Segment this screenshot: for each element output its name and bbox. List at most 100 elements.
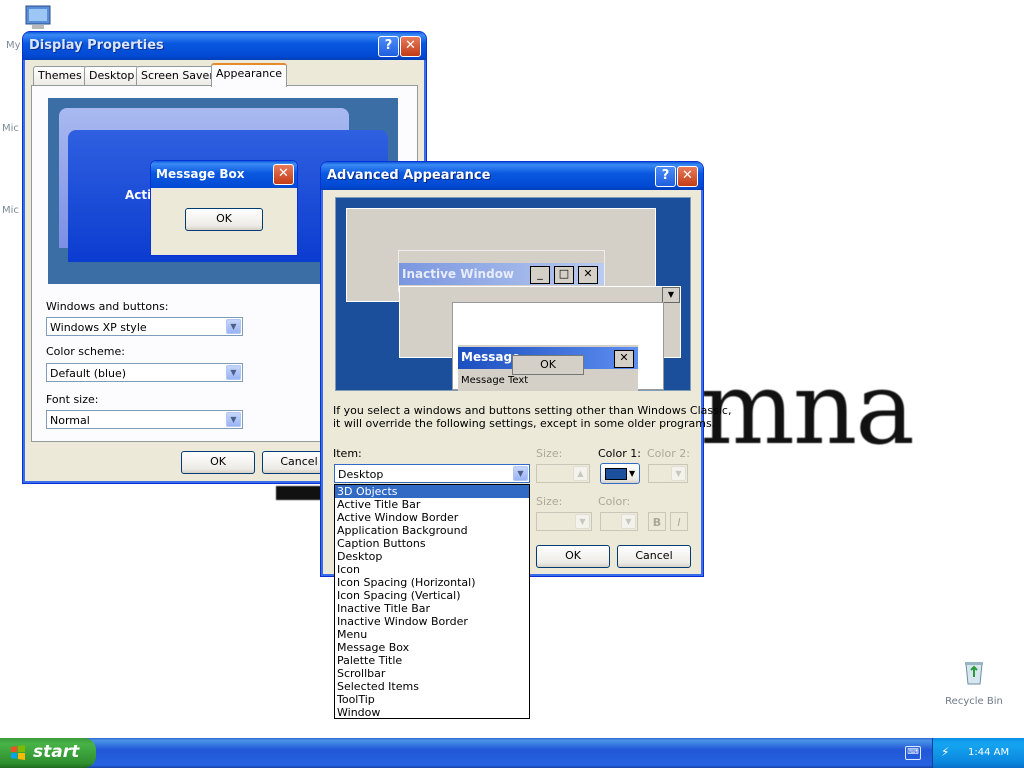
preview-message-close-icon: ✕ <box>273 164 294 185</box>
preview-message-title: Message Box <box>156 167 245 181</box>
preview-message-ok: OK <box>512 355 584 375</box>
info-text-line2: it will override the following settings,… <box>333 417 716 430</box>
preview-message-titlebar: Message Box ✕ <box>151 161 297 188</box>
chevron-down-icon: ▼ <box>513 466 528 481</box>
preview-active-title: Acti <box>125 188 152 202</box>
color-scheme-value: Default (blue) <box>50 367 127 380</box>
network-icon[interactable]: ⚡ <box>941 745 949 759</box>
preview-message-ok-button: OK <box>185 208 263 231</box>
start-label: start <box>33 742 80 762</box>
font-size-value: Normal <box>50 414 90 427</box>
minimize-icon: _ <box>530 266 550 284</box>
desktop-icon-label: Mic <box>2 205 19 216</box>
tab-screen-saver[interactable]: Screen Saver <box>136 66 219 85</box>
dropdown-option[interactable]: Menu <box>335 628 529 641</box>
dropdown-option[interactable]: ToolTip <box>335 693 529 706</box>
recycle-bin-icon[interactable] <box>958 656 990 688</box>
color1-picker-button[interactable]: ▼ <box>600 463 640 484</box>
color-scheme-select[interactable]: Default (blue) ▼ <box>46 363 243 382</box>
chevron-down-icon: ▼ <box>226 365 241 380</box>
size-label: Size: <box>536 447 563 460</box>
item-value: Desktop <box>338 468 384 481</box>
bold-button[interactable]: B <box>648 512 666 531</box>
dropdown-option[interactable]: Active Window Border <box>335 511 529 524</box>
dropdown-option[interactable]: Selected Items <box>335 680 529 693</box>
recycle-bin-label: Recycle Bin <box>945 696 1003 707</box>
taskbar <box>0 738 1024 768</box>
chevron-down-icon: ▼ <box>621 514 636 529</box>
help-button[interactable]: ? <box>378 36 399 57</box>
bold-label: B <box>652 516 662 529</box>
font-color-label: Color: <box>598 495 631 508</box>
help-button[interactable]: ? <box>655 166 676 187</box>
windows-buttons-select[interactable]: Windows XP style ▼ <box>46 317 243 336</box>
preview-inactive-title: Inactive Window <box>402 267 515 281</box>
chevron-down-icon: ▼ <box>575 514 590 529</box>
dropdown-option[interactable]: Active Title Bar <box>335 498 529 511</box>
chevron-down-icon: ▼ <box>629 469 636 478</box>
font-size-select[interactable]: Normal ▼ <box>46 410 243 429</box>
preview-message-box: Message Box ✕ OK <box>150 160 298 256</box>
font-size-label: Size: <box>536 495 563 508</box>
window-title: Display Properties <box>29 38 164 53</box>
preview-scroll-arrow: ▼ <box>662 287 680 303</box>
color2-picker-button[interactable]: ▼ <box>648 464 688 483</box>
dropdown-option[interactable]: Inactive Title Bar <box>335 602 529 615</box>
dropdown-option[interactable]: Inactive Window Border <box>335 615 529 628</box>
info-text-line1: If you select a windows and buttons sett… <box>333 404 732 417</box>
item-select[interactable]: Desktop ▼ <box>334 464 530 483</box>
dropdown-option[interactable]: Scrollbar <box>335 667 529 680</box>
item-dropdown-list[interactable]: 3D Objects Active Title Bar Active Window … <box>334 484 530 719</box>
preview-message-text: Message Text <box>461 375 529 386</box>
my-computer-icon[interactable] <box>20 4 56 34</box>
advanced-ok-button[interactable]: OK <box>536 545 610 568</box>
color1-swatch <box>605 468 627 480</box>
color-scheme-label: Color scheme: <box>46 345 125 358</box>
chevron-down-icon: ▼ <box>226 319 241 334</box>
chevron-down-icon: ▼ <box>671 466 686 481</box>
dropdown-option[interactable]: Message Box <box>335 641 529 654</box>
dropdown-option[interactable]: Desktop <box>335 550 529 563</box>
dropdown-option[interactable]: Palette Title <box>335 654 529 667</box>
color1-label: Color 1: <box>598 447 641 460</box>
font-size-label: Font size: <box>46 393 99 406</box>
windows-buttons-value: Windows XP style <box>50 321 147 334</box>
clock[interactable]: 1:44 AM <box>968 747 1009 758</box>
font-color-picker[interactable]: ▼ <box>600 512 638 531</box>
desktop-icon-label: My <box>6 40 21 51</box>
dropdown-option[interactable]: Icon Spacing (Vertical) <box>335 589 529 602</box>
wallpaper-text: mna <box>700 350 915 467</box>
font-size-select[interactable]: ▼ <box>536 512 592 531</box>
chevron-down-icon: ▼ <box>226 412 241 427</box>
windows-logo-icon <box>10 745 26 761</box>
color2-label: Color 2: <box>647 447 690 460</box>
display-properties-titlebar[interactable]: Display Properties ? ✕ <box>23 32 426 60</box>
size-spinner[interactable]: ▲ <box>536 464 590 483</box>
dropdown-option[interactable]: Application Background <box>335 524 529 537</box>
italic-label: I <box>677 516 681 529</box>
close-icon: ✕ <box>614 350 634 368</box>
start-button[interactable]: start <box>0 738 96 768</box>
close-button[interactable]: ✕ <box>400 36 421 57</box>
spinner-icon: ▲ <box>573 466 588 481</box>
maximize-icon: □ <box>554 266 574 284</box>
close-button[interactable]: ✕ <box>677 166 698 187</box>
preview-inactive-titlebar: Inactive Window _ □ ✕ <box>399 263 604 285</box>
dropdown-option[interactable]: Icon Spacing (Horizontal) <box>335 576 529 589</box>
dropdown-option[interactable]: Caption Buttons <box>335 537 529 550</box>
windows-buttons-label: Windows and buttons: <box>46 300 169 313</box>
close-icon: ✕ <box>578 266 598 284</box>
dropdown-option[interactable]: Window <box>335 706 529 719</box>
advanced-cancel-button[interactable]: Cancel <box>617 545 691 568</box>
tab-appearance[interactable]: Appearance <box>211 63 288 87</box>
tab-themes[interactable]: Themes <box>33 66 87 85</box>
advanced-appearance-titlebar[interactable]: Advanced Appearance ? ✕ <box>321 162 703 190</box>
keyboard-icon[interactable]: ⌨ <box>905 746 921 760</box>
dropdown-option[interactable]: 3D Objects <box>335 485 529 498</box>
dropdown-option[interactable]: Icon <box>335 563 529 576</box>
preview-message-window: Message ✕ OK Message Text <box>458 345 638 391</box>
display-ok-button[interactable]: OK <box>181 451 255 474</box>
item-label: Item: <box>333 447 362 460</box>
tab-desktop[interactable]: Desktop <box>84 66 140 85</box>
italic-button[interactable]: I <box>670 512 688 531</box>
